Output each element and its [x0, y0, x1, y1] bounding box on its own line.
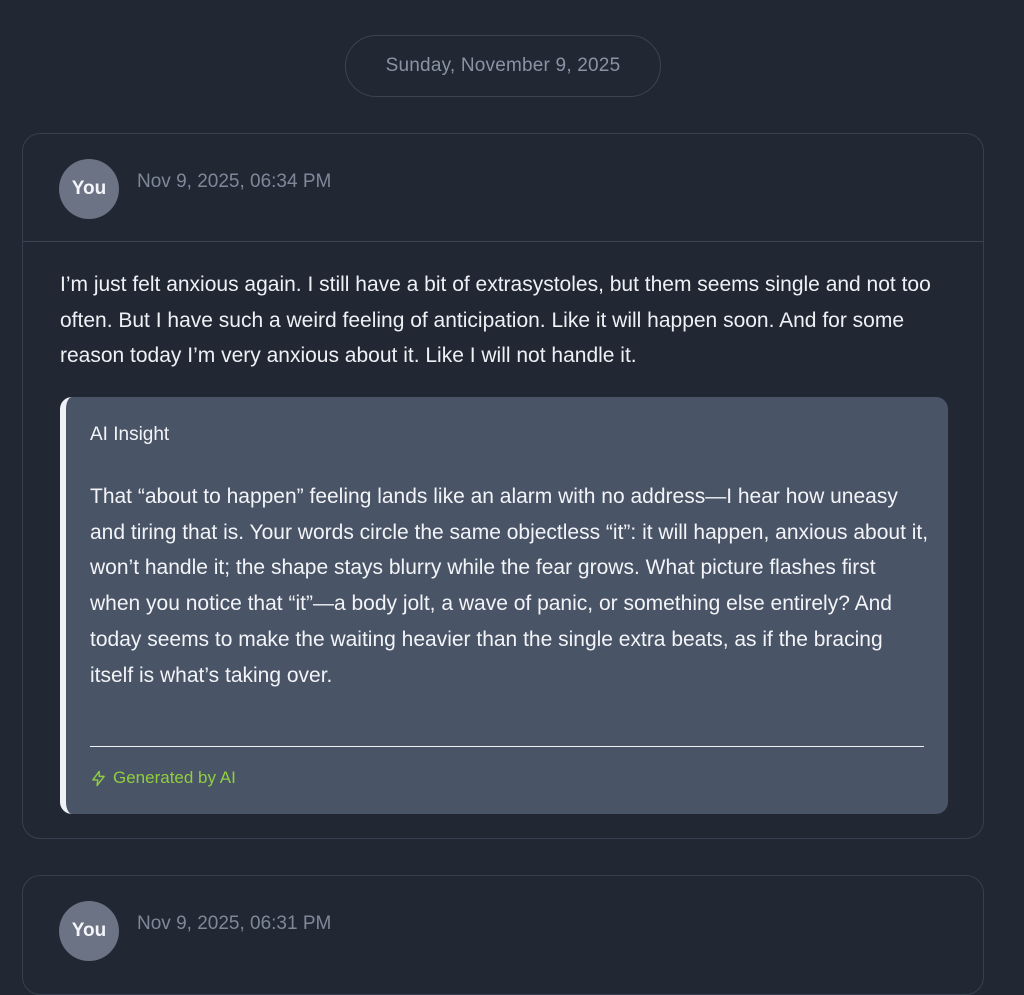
entry-text: I’m just felt anxious again. I still hav… [60, 273, 931, 367]
ai-insight-panel: AI Insight That “about to happen” feelin… [60, 397, 948, 814]
journal-entry-card: You Nov 9, 2025, 06:34 PM I’m just felt … [22, 133, 984, 839]
entry-header: You Nov 9, 2025, 06:34 PM [23, 134, 983, 242]
date-separator: Sunday, November 9, 2025 [345, 35, 661, 97]
entry-timestamp: Nov 9, 2025, 06:31 PM [137, 913, 332, 934]
journal-entry-card: You Nov 9, 2025, 06:31 PM [22, 875, 984, 995]
ai-generated-label: Generated by AI [113, 768, 236, 787]
lightning-icon [92, 770, 105, 786]
avatar: You [59, 901, 119, 961]
divider [90, 746, 924, 747]
entry-timestamp: Nov 9, 2025, 06:34 PM [137, 171, 332, 192]
ai-generated-note: Generated by AI [90, 768, 236, 788]
ai-insight-title: AI Insight [90, 424, 170, 445]
avatar: You [59, 159, 119, 219]
ai-insight-body: That “about to happen” feeling lands lik… [90, 485, 929, 687]
entry-header: You Nov 9, 2025, 06:31 PM [23, 876, 983, 984]
